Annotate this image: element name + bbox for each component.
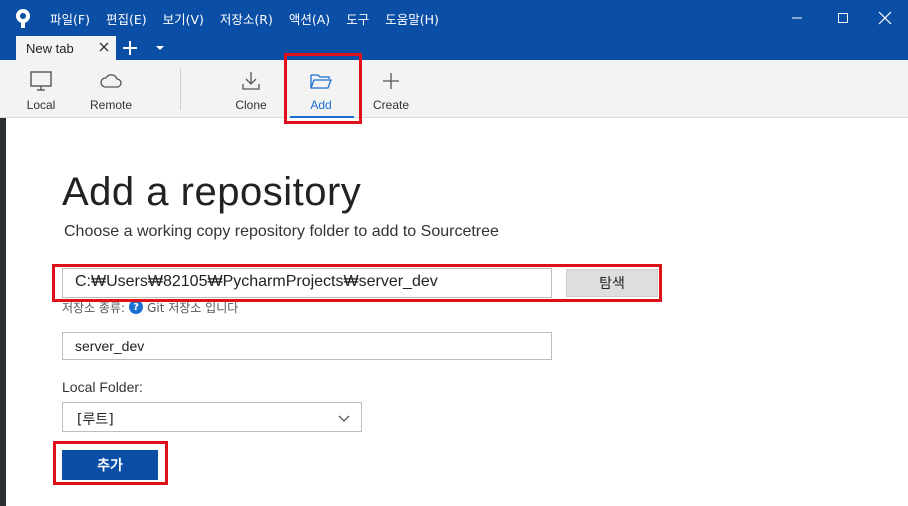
local-folder-label: Local Folder: <box>62 379 143 395</box>
title-bar: 파일(F) 편집(E) 보기(V) 저장소(R) 액션(A) 도구 도움말(H) <box>0 0 908 36</box>
menu-help[interactable]: 도움말(H) <box>385 9 439 28</box>
toolbar-clone-button[interactable]: Clone <box>228 60 274 118</box>
maximize-button[interactable] <box>820 0 866 36</box>
active-tool-underline <box>290 116 354 118</box>
repository-type-info: 저장소 종류: ? Git 저장소 입니다 <box>62 298 238 316</box>
repository-type-label: 저장소 종류: <box>62 300 126 315</box>
tab-strip: New tab <box>0 36 908 60</box>
menu-tools[interactable]: 도구 <box>346 9 369 28</box>
folder-open-icon <box>310 74 332 89</box>
maximize-icon <box>838 13 848 23</box>
chevron-down-icon <box>338 415 350 422</box>
download-icon <box>242 72 260 90</box>
menu-actions[interactable]: 액션(A) <box>289 9 330 28</box>
repository-path-input[interactable]: C:₩Users₩82105₩PycharmProjects₩server_de… <box>62 268 552 298</box>
background-window-strip <box>0 118 6 506</box>
menu-view[interactable]: 보기(V) <box>163 9 204 28</box>
tab-label: New tab <box>26 40 74 56</box>
sourcetree-logo-icon <box>16 9 30 28</box>
toolbar-local-label: Local <box>26 98 56 112</box>
toolbar-remote-button[interactable]: Remote <box>84 60 138 118</box>
menu-file[interactable]: 파일(F) <box>50 9 90 28</box>
toolbar-clone-label: Clone <box>235 98 267 112</box>
close-icon <box>878 11 892 25</box>
add-repository-submit-button[interactable]: 추가 <box>62 450 158 480</box>
tab-close-icon[interactable] <box>96 39 112 55</box>
plus-icon <box>383 73 399 89</box>
cloud-icon <box>100 74 122 88</box>
help-question-icon[interactable]: ? <box>129 300 144 314</box>
monitor-icon <box>30 71 52 91</box>
close-window-button[interactable] <box>862 0 908 36</box>
toolbar: Local Remote Clone Add Create <box>0 60 908 118</box>
menu-edit[interactable]: 편집(E) <box>106 9 147 28</box>
toolbar-add-label: Add <box>310 98 332 112</box>
tab-new-tab[interactable]: New tab <box>16 36 116 60</box>
toolbar-create-label: Create <box>372 98 410 112</box>
minimize-button[interactable] <box>774 0 820 36</box>
menu-repository[interactable]: 저장소(R) <box>220 9 273 28</box>
toolbar-separator <box>180 68 181 110</box>
toolbar-create-button[interactable]: Create <box>368 60 414 118</box>
page-title: Add a repository <box>62 170 362 214</box>
toolbar-add-button[interactable]: Add <box>298 60 344 118</box>
repository-type-value: Git 저장소 입니다 <box>147 300 239 315</box>
local-folder-selected-value: [루트] <box>77 412 114 428</box>
browse-button[interactable]: 탐색 <box>566 269 658 297</box>
tab-dropdown-chevron-icon[interactable] <box>152 40 168 56</box>
toolbar-remote-label: Remote <box>89 98 133 112</box>
toolbar-local-button[interactable]: Local <box>18 60 64 118</box>
local-folder-select[interactable]: [루트] <box>62 402 362 432</box>
new-tab-plus-icon[interactable] <box>120 38 140 58</box>
page-subtitle: Choose a working copy repository folder … <box>64 223 499 240</box>
minimize-icon <box>792 17 802 19</box>
menu-bar: 파일(F) 편집(E) 보기(V) 저장소(R) 액션(A) 도구 도움말(H) <box>50 0 439 36</box>
repository-name-input[interactable]: server_dev <box>62 332 552 360</box>
